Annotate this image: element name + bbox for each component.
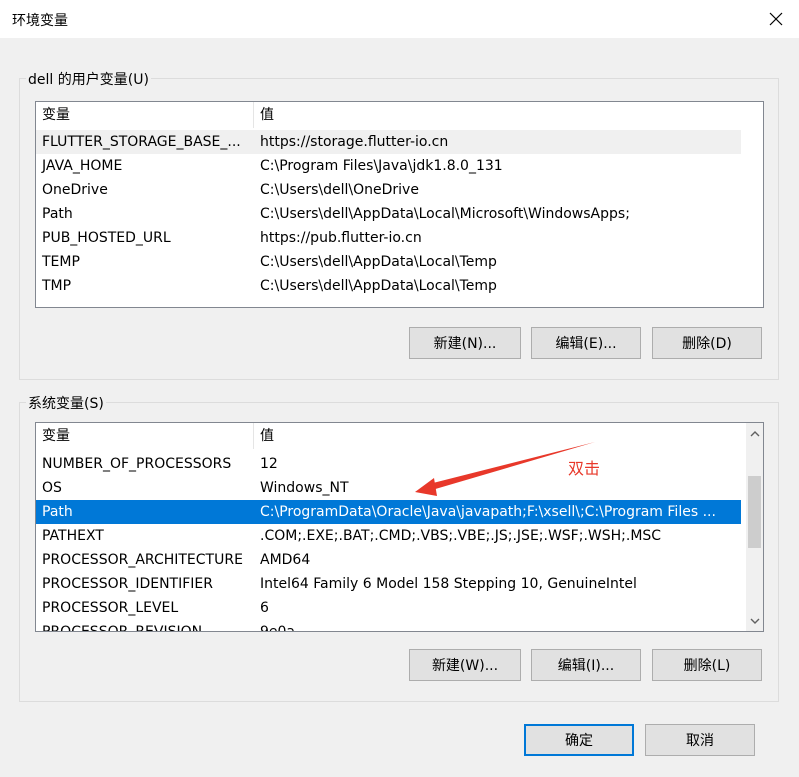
- scroll-thumb[interactable]: [748, 476, 761, 548]
- variable-value: Intel64 Family 6 Model 158 Stepping 10, …: [260, 576, 637, 592]
- scroll-up-button[interactable]: [746, 425, 763, 442]
- variable-name: PROCESSOR_ARCHITECTURE: [42, 552, 243, 568]
- variable-name: FLUTTER_STORAGE_BASE_...: [42, 134, 241, 150]
- table-row[interactable]: PROCESSOR_REVISION 9e0a: [36, 620, 748, 632]
- table-row[interactable]: PROCESSOR_IDENTIFIER Intel64 Family 6 Mo…: [36, 572, 748, 596]
- variable-value: https://pub.flutter-io.cn: [260, 230, 422, 246]
- variable-name: TMP: [42, 278, 72, 294]
- user-variables-label: dell 的用户变量(U): [26, 69, 151, 89]
- system-delete-button[interactable]: 删除(L): [652, 649, 762, 681]
- table-row[interactable]: PUB_HOSTED_URL https://pub.flutter-io.cn: [36, 226, 763, 250]
- column-header-value[interactable]: 值: [254, 423, 274, 449]
- window-title: 环境变量: [12, 13, 68, 29]
- table-row[interactable]: PROCESSOR_LEVEL 6: [36, 596, 748, 620]
- table-row-selected[interactable]: Path C:\ProgramData\Oracle\Java\javapath…: [36, 500, 741, 524]
- table-row[interactable]: OS Windows_NT: [36, 476, 748, 500]
- variable-name: OS: [42, 480, 62, 496]
- cancel-button[interactable]: 取消: [645, 724, 755, 756]
- variable-name: OneDrive: [42, 182, 108, 198]
- variable-value: C:\Users\dell\AppData\Local\Temp: [260, 278, 497, 294]
- variable-name: JAVA_HOME: [42, 158, 123, 174]
- variable-name: Path: [42, 504, 73, 520]
- table-row[interactable]: TMP C:\Users\dell\AppData\Local\Temp: [36, 274, 763, 298]
- user-new-button[interactable]: 新建(N)...: [409, 327, 521, 359]
- variable-value: AMD64: [260, 552, 311, 568]
- variable-value: C:\ProgramData\Oracle\Java\javapath;F:\x…: [260, 504, 716, 520]
- system-edit-button[interactable]: 编辑(I)...: [531, 649, 641, 681]
- table-row[interactable]: PATHEXT .COM;.EXE;.BAT;.CMD;.VBS;.VBE;.J…: [36, 524, 748, 548]
- system-variables-label: 系统变量(S): [26, 393, 106, 413]
- table-row[interactable]: OneDrive C:\Users\dell\OneDrive: [36, 178, 763, 202]
- user-edit-button[interactable]: 编辑(E)...: [531, 327, 641, 359]
- double-click-annotation: 双击: [568, 459, 601, 478]
- ok-button[interactable]: 确定: [524, 724, 634, 756]
- table-row[interactable]: PROCESSOR_ARCHITECTURE AMD64: [36, 548, 748, 572]
- close-button[interactable]: [753, 0, 799, 38]
- system-variables-list[interactable]: 变量 值 NUMBER_OF_PROCESSORS 12 OS Windows_…: [35, 422, 764, 632]
- variable-name: PROCESSOR_REVISION: [42, 624, 203, 632]
- table-row[interactable]: TEMP C:\Users\dell\AppData\Local\Temp: [36, 250, 763, 274]
- table-row[interactable]: FLUTTER_STORAGE_BASE_... https://storage…: [36, 130, 741, 154]
- close-icon: [769, 12, 783, 26]
- variable-name: Path: [42, 206, 73, 222]
- title-bar: 环境变量: [0, 0, 799, 38]
- variable-value: 6: [260, 600, 269, 616]
- variable-name: PROCESSOR_IDENTIFIER: [42, 576, 213, 592]
- variable-value: 12: [260, 456, 278, 472]
- system-new-button[interactable]: 新建(W)...: [409, 649, 521, 681]
- user-variables-list[interactable]: 变量 值 FLUTTER_STORAGE_BASE_... https://st…: [35, 101, 764, 308]
- variable-name: PATHEXT: [42, 528, 104, 544]
- variable-value: C:\Users\dell\AppData\Local\Temp: [260, 254, 497, 270]
- column-header-variable[interactable]: 变量: [36, 423, 254, 449]
- variable-value: C:\Users\dell\AppData\Local\Microsoft\Wi…: [260, 206, 630, 222]
- user-list-header: 变量 值: [36, 102, 763, 128]
- user-delete-button[interactable]: 删除(D): [652, 327, 762, 359]
- variable-name: TEMP: [42, 254, 80, 270]
- variable-value: C:\Program Files\Java\jdk1.8.0_131: [260, 158, 503, 174]
- variable-name: PUB_HOSTED_URL: [42, 230, 171, 246]
- variable-value: Windows_NT: [260, 480, 349, 496]
- scroll-down-button[interactable]: [746, 612, 763, 629]
- system-list-scrollbar[interactable]: [746, 423, 763, 631]
- table-row[interactable]: Path C:\Users\dell\AppData\Local\Microso…: [36, 202, 763, 226]
- system-list-header: 变量 值: [36, 423, 748, 449]
- table-row[interactable]: JAVA_HOME C:\Program Files\Java\jdk1.8.0…: [36, 154, 763, 178]
- chevron-down-icon: [750, 618, 759, 624]
- variable-value: .COM;.EXE;.BAT;.CMD;.VBS;.VBE;.JS;.JSE;.…: [260, 528, 662, 544]
- chevron-up-icon: [750, 430, 759, 436]
- variable-name: NUMBER_OF_PROCESSORS: [42, 456, 232, 472]
- column-header-variable[interactable]: 变量: [36, 102, 254, 128]
- variable-value: https://storage.flutter-io.cn: [260, 134, 449, 150]
- variable-value: 9e0a: [260, 624, 296, 632]
- variable-value: C:\Users\dell\OneDrive: [260, 182, 419, 198]
- table-row[interactable]: NUMBER_OF_PROCESSORS 12: [36, 452, 748, 476]
- variable-name: PROCESSOR_LEVEL: [42, 600, 179, 616]
- column-header-value[interactable]: 值: [254, 102, 274, 128]
- environment-variables-dialog: 环境变量 dell 的用户变量(U) 变量 值 FLUTTER_STORAGE_…: [0, 0, 799, 777]
